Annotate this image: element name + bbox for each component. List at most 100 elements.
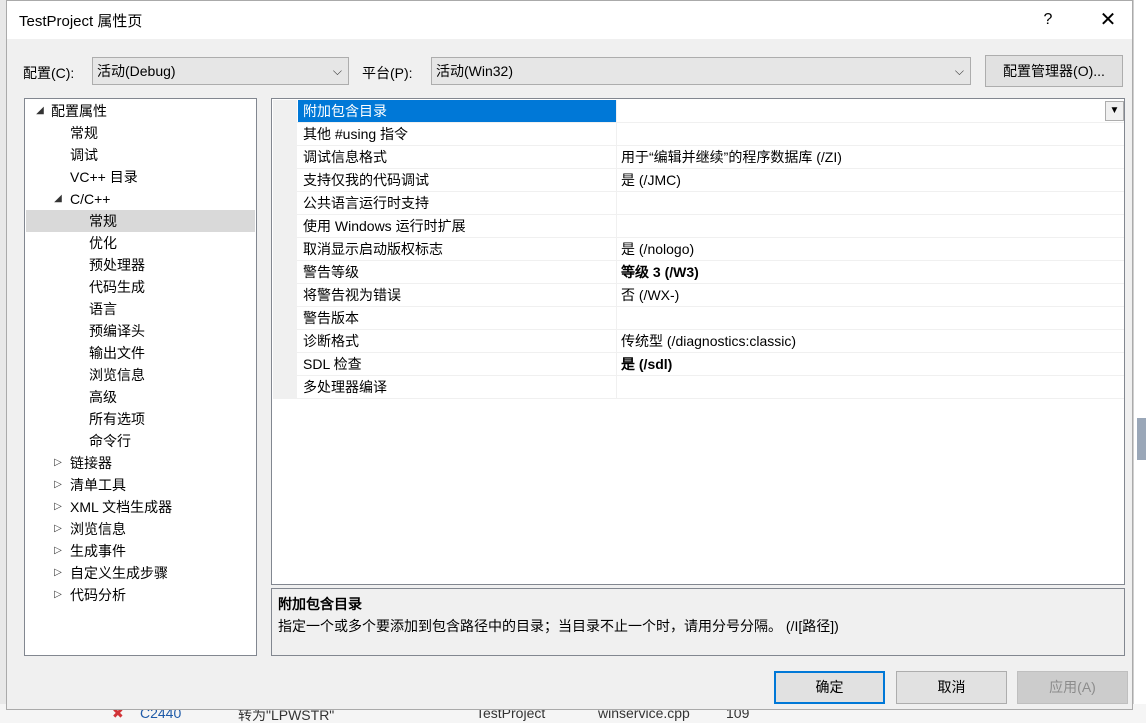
config-dropdown-value: 活动(Debug) xyxy=(97,63,176,79)
property-name[interactable]: 支持仅我的代码调试 xyxy=(298,169,616,191)
config-label: 配置(C): xyxy=(23,65,75,81)
tree-item[interactable]: 调试 xyxy=(26,144,255,166)
property-name[interactable]: 使用 Windows 运行时扩展 xyxy=(298,215,616,237)
property-row[interactable]: 诊断格式 传统型 (/diagnostics:classic) xyxy=(273,330,1124,353)
property-value[interactable]: 用于“编辑并继续”的程序数据库 (/ZI) xyxy=(617,146,1103,168)
property-value[interactable]: 是 (/JMC) xyxy=(617,169,1103,191)
tree-item[interactable]: 常规 xyxy=(26,122,255,144)
property-row[interactable]: 警告版本 xyxy=(273,307,1124,330)
tree-item[interactable]: ▷ 浏览信息 xyxy=(26,518,255,540)
chevron-down-icon[interactable]: ▼ xyxy=(1105,101,1124,121)
tree-item[interactable]: 高级 xyxy=(26,386,255,408)
property-value[interactable]: 是 (/nologo) xyxy=(617,238,1103,260)
property-name[interactable]: 调试信息格式 xyxy=(298,146,616,168)
property-row[interactable]: 多处理器编译 xyxy=(273,376,1124,399)
ok-button[interactable]: 确定 xyxy=(774,671,885,704)
tree-item[interactable]: 常规 xyxy=(26,210,255,232)
tree-item[interactable]: 浏览信息 xyxy=(26,364,255,386)
property-row[interactable]: 使用 Windows 运行时扩展 xyxy=(273,215,1124,238)
platform-dropdown-value: 活动(Win32) xyxy=(436,63,514,79)
property-row[interactable]: 取消显示启动版权标志是 (/nologo) xyxy=(273,238,1124,261)
tree-item[interactable]: 语言 xyxy=(26,298,255,320)
property-value[interactable]: 是 (/sdl) xyxy=(617,353,1103,375)
expand-arrow-icon[interactable]: ▷ xyxy=(52,562,64,584)
collapse-arrow-icon[interactable]: ◢ xyxy=(34,100,46,122)
help-icon[interactable]: ? xyxy=(1033,5,1063,35)
property-row[interactable]: 将警告视为错误否 (/WX-) xyxy=(273,284,1124,307)
tree-item-label: 代码生成 xyxy=(89,279,145,295)
close-icon[interactable]: ✕ xyxy=(1090,5,1126,35)
expand-arrow-icon[interactable]: ▷ xyxy=(52,452,64,474)
property-value[interactable] xyxy=(617,307,1103,329)
property-name[interactable]: 其他 #using 指令 xyxy=(298,123,616,145)
property-value[interactable] xyxy=(617,123,1103,145)
tree-item-label: 输出文件 xyxy=(89,345,145,361)
property-row[interactable]: 警告等级 等级 3 (/W3) xyxy=(273,261,1124,284)
background-app-right-edge xyxy=(1133,0,1146,704)
tree-item[interactable]: 命令行 xyxy=(26,430,255,452)
property-name[interactable]: 附加包含目录 xyxy=(298,100,616,122)
platform-label: 平台(P): xyxy=(362,65,413,81)
tree-item-label: 常规 xyxy=(70,125,98,141)
config-dropdown[interactable]: 活动(Debug) ⌵ xyxy=(92,57,349,85)
property-name[interactable]: 警告版本 xyxy=(298,307,616,329)
description-text: 指定一个或多个要添加到包含路径中的目录；当目录不止一个时，请用分号分隔。 (/I… xyxy=(278,618,839,634)
property-name[interactable]: 公共语言运行时支持 xyxy=(298,192,616,214)
expand-arrow-icon[interactable]: ▷ xyxy=(52,474,64,496)
tree-item[interactable]: 预处理器 xyxy=(26,254,255,276)
tree-item-label: 语言 xyxy=(89,301,117,317)
tree-item[interactable]: 预编译头 xyxy=(26,320,255,342)
tree-item[interactable]: 所有选项 xyxy=(26,408,255,430)
cancel-button[interactable]: 取消 xyxy=(896,671,1007,704)
property-grid[interactable]: 附加包含目录 ▼ 其他 #using 指令 调试信息格式 用于“编辑并继续”的程序数据库… xyxy=(271,98,1125,585)
row-gutter xyxy=(273,353,297,376)
tree-item[interactable]: VC++ 目录 xyxy=(26,166,255,188)
property-row[interactable]: SDL 检查是 (/sdl) xyxy=(273,353,1124,376)
tree-item[interactable]: 代码生成 xyxy=(26,276,255,298)
tree-item-label: 高级 xyxy=(89,389,117,405)
tree-item[interactable]: ▷ 清单工具 xyxy=(26,474,255,496)
expand-arrow-icon[interactable]: ▷ xyxy=(52,584,64,606)
platform-dropdown[interactable]: 活动(Win32) ⌵ xyxy=(431,57,971,85)
property-value[interactable] xyxy=(617,215,1103,237)
tree-item[interactable]: ▷ 生成事件 xyxy=(26,540,255,562)
collapse-arrow-icon[interactable]: ◢ xyxy=(52,188,64,210)
tree-item[interactable]: 输出文件 xyxy=(26,342,255,364)
property-value[interactable]: 否 (/WX-) xyxy=(617,284,1103,306)
tree-item[interactable]: ◢ C/C++ xyxy=(26,188,255,210)
property-tree[interactable]: ◢ 配置属性 常规 调试 VC++ 目录 ◢ C/C++ 常规 优化 预处理器 代码生成 语言 预编译头… xyxy=(24,98,257,656)
property-value[interactable] xyxy=(617,192,1103,214)
property-name[interactable]: 将警告视为错误 xyxy=(298,284,616,306)
tree-item[interactable]: ▷ 自定义生成步骤 xyxy=(26,562,255,584)
tree-item[interactable]: ◢ 配置属性 xyxy=(26,100,255,122)
property-value[interactable]: 传统型 (/diagnostics:classic) xyxy=(617,330,1103,352)
property-row[interactable]: 支持仅我的代码调试是 (/JMC) xyxy=(273,169,1124,192)
property-row[interactable]: 公共语言运行时支持 xyxy=(273,192,1124,215)
tree-item-label: 命令行 xyxy=(89,433,131,449)
expand-arrow-icon[interactable]: ▷ xyxy=(52,518,64,540)
tree-item-label: 配置属性 xyxy=(51,103,107,119)
property-name[interactable]: SDL 检查 xyxy=(298,353,616,375)
property-row[interactable]: 调试信息格式 用于“编辑并继续”的程序数据库 (/ZI) xyxy=(273,146,1124,169)
tree-item-label: 清单工具 xyxy=(70,477,126,493)
property-name[interactable]: 多处理器编译 xyxy=(298,376,616,398)
property-name[interactable]: 警告等级 xyxy=(298,261,616,283)
tree-item[interactable]: ▷ 链接器 xyxy=(26,452,255,474)
tree-item[interactable]: ▷ XML 文档生成器 xyxy=(26,496,255,518)
property-name[interactable]: 取消显示启动版权标志 xyxy=(298,238,616,260)
property-row[interactable]: 附加包含目录 ▼ xyxy=(273,100,1124,123)
row-gutter xyxy=(273,307,297,330)
expand-arrow-icon[interactable]: ▷ xyxy=(52,496,64,518)
property-row[interactable]: 其他 #using 指令 xyxy=(273,123,1124,146)
property-value[interactable] xyxy=(617,100,1103,122)
tree-item[interactable]: 优化 xyxy=(26,232,255,254)
expand-arrow-icon[interactable]: ▷ xyxy=(52,540,64,562)
property-name[interactable]: 诊断格式 xyxy=(298,330,616,352)
tree-item-label: 预编译头 xyxy=(89,323,145,339)
row-gutter xyxy=(273,100,297,123)
tree-item[interactable]: ▷ 代码分析 xyxy=(26,584,255,606)
property-value[interactable]: 等级 3 (/W3) xyxy=(617,261,1103,283)
property-value[interactable] xyxy=(617,376,1103,398)
config-manager-button[interactable]: 配置管理器(O)... xyxy=(985,55,1123,87)
apply-button[interactable]: 应用(A) xyxy=(1017,671,1128,704)
